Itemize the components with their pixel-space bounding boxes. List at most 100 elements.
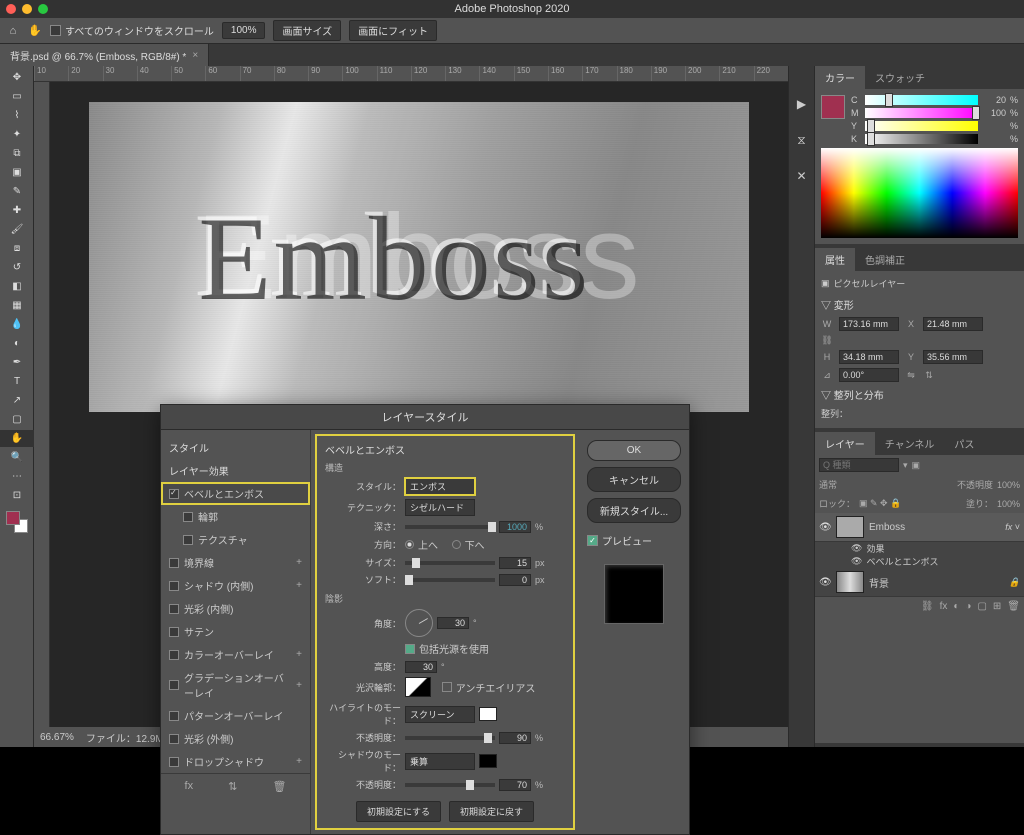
size-input[interactable]: 15 bbox=[499, 557, 531, 569]
flip-h-icon[interactable]: ⇋ bbox=[905, 370, 917, 381]
style-inner-glow[interactable]: 光彩 (内側) bbox=[161, 597, 310, 620]
link-layers-icon[interactable]: ⛓ bbox=[921, 601, 934, 612]
style-drop-shadow[interactable]: ドロップシャドウ+ bbox=[161, 750, 310, 773]
style-inner-shadow[interactable]: シャドウ (内側)+ bbox=[161, 574, 310, 597]
healing-tool[interactable]: ✚ bbox=[0, 202, 34, 219]
dodge-tool[interactable]: ◐ bbox=[0, 335, 34, 352]
magenta-slider[interactable] bbox=[865, 108, 978, 118]
layer-row-background[interactable]: 👁 背景 🔒 bbox=[815, 568, 1024, 597]
altitude-input[interactable]: 30 bbox=[405, 661, 437, 673]
blending-options[interactable]: レイヤー効果 bbox=[161, 459, 310, 482]
history-brush-tool[interactable]: ↺ bbox=[0, 259, 34, 276]
style-contour[interactable]: 輪郭 bbox=[161, 505, 310, 528]
opacity-value[interactable]: 100% bbox=[997, 480, 1020, 490]
marquee-tool[interactable]: ▭ bbox=[0, 88, 34, 105]
hand-tool[interactable]: ✋ bbox=[0, 430, 34, 447]
layer-name[interactable]: 背景 bbox=[869, 575, 889, 590]
group-icon[interactable]: ▢ bbox=[977, 601, 986, 612]
cyan-slider[interactable] bbox=[865, 95, 978, 105]
more-tools[interactable]: ⋯ bbox=[0, 468, 34, 485]
close-window-button[interactable] bbox=[6, 4, 16, 14]
tab-color[interactable]: カラー bbox=[815, 66, 865, 89]
document-tab[interactable]: 背景.psd @ 66.7% (Emboss, RGB/8#) * × bbox=[0, 44, 209, 67]
ok-button[interactable]: OK bbox=[587, 440, 681, 461]
highlight-color-swatch[interactable] bbox=[479, 707, 497, 721]
filter-icon[interactable]: ▾ bbox=[903, 460, 908, 471]
highlight-opacity-slider[interactable] bbox=[405, 736, 495, 740]
zoom-level-button[interactable]: 100% bbox=[222, 22, 266, 39]
eyedropper-tool[interactable]: ✎ bbox=[0, 183, 34, 200]
styles-header[interactable]: スタイル bbox=[161, 436, 310, 459]
blend-mode-select[interactable]: 通常 bbox=[819, 478, 837, 491]
edit-toolbar[interactable]: ⊡ bbox=[0, 487, 34, 504]
yellow-slider[interactable] bbox=[865, 121, 978, 131]
layer-name[interactable]: Emboss bbox=[869, 522, 905, 533]
gloss-contour-picker[interactable] bbox=[405, 677, 431, 697]
black-slider[interactable] bbox=[865, 134, 978, 144]
history-icon[interactable]: ⧖ bbox=[794, 132, 810, 148]
shadow-opacity-slider[interactable] bbox=[405, 783, 495, 787]
scroll-all-checkbox[interactable]: すべてのウィンドウをスクロール bbox=[50, 23, 214, 38]
document-canvas[interactable]: Emboss bbox=[89, 102, 749, 412]
up-down-icon[interactable]: ⇅ bbox=[228, 780, 237, 793]
reset-default-button[interactable]: 初期設定に戻す bbox=[449, 801, 534, 822]
fill-value[interactable]: 100% bbox=[997, 499, 1020, 509]
global-light-checkbox[interactable] bbox=[405, 644, 415, 654]
soften-slider[interactable] bbox=[405, 578, 495, 582]
move-tool[interactable]: ✥ bbox=[0, 69, 34, 86]
tab-swatches[interactable]: スウォッチ bbox=[865, 66, 935, 89]
delete-icon[interactable]: 🗑 bbox=[1007, 601, 1020, 612]
tab-channels[interactable]: チャンネル bbox=[875, 432, 945, 455]
zoom-display[interactable]: 66.67% bbox=[40, 732, 74, 743]
fx-badge[interactable]: fx ˅ bbox=[1005, 522, 1020, 532]
pen-tool[interactable]: ✒ bbox=[0, 354, 34, 371]
close-tab-icon[interactable]: × bbox=[192, 50, 198, 61]
align-section[interactable]: 整列と分布 bbox=[834, 391, 884, 402]
depth-slider[interactable] bbox=[405, 525, 495, 529]
maximize-window-button[interactable] bbox=[38, 4, 48, 14]
angle-input[interactable]: 30 bbox=[437, 617, 469, 629]
wand-tool[interactable]: ✦ bbox=[0, 126, 34, 143]
new-layer-icon[interactable]: ⊞ bbox=[993, 601, 1001, 612]
preview-checkbox[interactable]: ✓プレビュー bbox=[587, 533, 681, 548]
style-bevel-emboss[interactable]: ベベルとエンボス bbox=[161, 482, 310, 505]
trash-icon[interactable]: 🗑 bbox=[272, 780, 286, 793]
style-texture[interactable]: テクスチャ bbox=[161, 528, 310, 551]
shadow-opacity-input[interactable]: 70 bbox=[499, 779, 531, 791]
antialias-checkbox[interactable] bbox=[442, 682, 452, 692]
new-style-button[interactable]: 新規スタイル... bbox=[587, 498, 681, 523]
style-satin[interactable]: サテン bbox=[161, 620, 310, 643]
color-swatch-icon[interactable] bbox=[821, 95, 845, 119]
adjustment-icon[interactable]: ◑ bbox=[965, 601, 971, 612]
width-input[interactable] bbox=[839, 317, 899, 331]
make-default-button[interactable]: 初期設定にする bbox=[356, 801, 441, 822]
frame-tool[interactable]: ▣ bbox=[0, 164, 34, 181]
size-slider[interactable] bbox=[405, 561, 495, 565]
tab-paths[interactable]: パス bbox=[944, 432, 984, 455]
layer-fx-bevel[interactable]: 👁ベベルとエンボス bbox=[815, 555, 1024, 568]
type-tool[interactable]: T bbox=[0, 373, 34, 390]
link-icon[interactable]: ⛓ bbox=[821, 335, 833, 346]
home-icon[interactable]: ⌂ bbox=[6, 24, 20, 38]
flip-v-icon[interactable]: ⇅ bbox=[923, 370, 935, 381]
brush-settings-icon[interactable]: ✕ bbox=[794, 168, 810, 184]
shadow-mode-select[interactable]: 乗算 bbox=[405, 753, 475, 770]
zoom-tool[interactable]: 🔍 bbox=[0, 449, 34, 466]
shape-tool[interactable]: ▢ bbox=[0, 411, 34, 428]
mask-icon[interactable]: ◐ bbox=[953, 601, 959, 612]
soften-input[interactable]: 0 bbox=[499, 574, 531, 586]
minimize-window-button[interactable] bbox=[22, 4, 32, 14]
y-input[interactable] bbox=[923, 350, 983, 364]
stamp-tool[interactable]: ⧈ bbox=[0, 240, 34, 257]
layer-filter-input[interactable] bbox=[819, 458, 899, 472]
visibility-icon[interactable]: 👁 bbox=[819, 522, 831, 533]
lasso-tool[interactable]: ⌇ bbox=[0, 107, 34, 124]
layer-fx-effects[interactable]: 👁効果 bbox=[815, 542, 1024, 555]
layer-row-emboss[interactable]: 👁 Emboss fx ˅ bbox=[815, 513, 1024, 542]
direction-down-radio[interactable] bbox=[452, 540, 461, 549]
tab-properties[interactable]: 属性 bbox=[815, 248, 855, 271]
tab-adjustments[interactable]: 色調補正 bbox=[855, 248, 915, 271]
height-input[interactable] bbox=[839, 350, 899, 364]
fx-menu-icon[interactable]: fx bbox=[185, 780, 194, 793]
gradient-tool[interactable]: ▦ bbox=[0, 297, 34, 314]
